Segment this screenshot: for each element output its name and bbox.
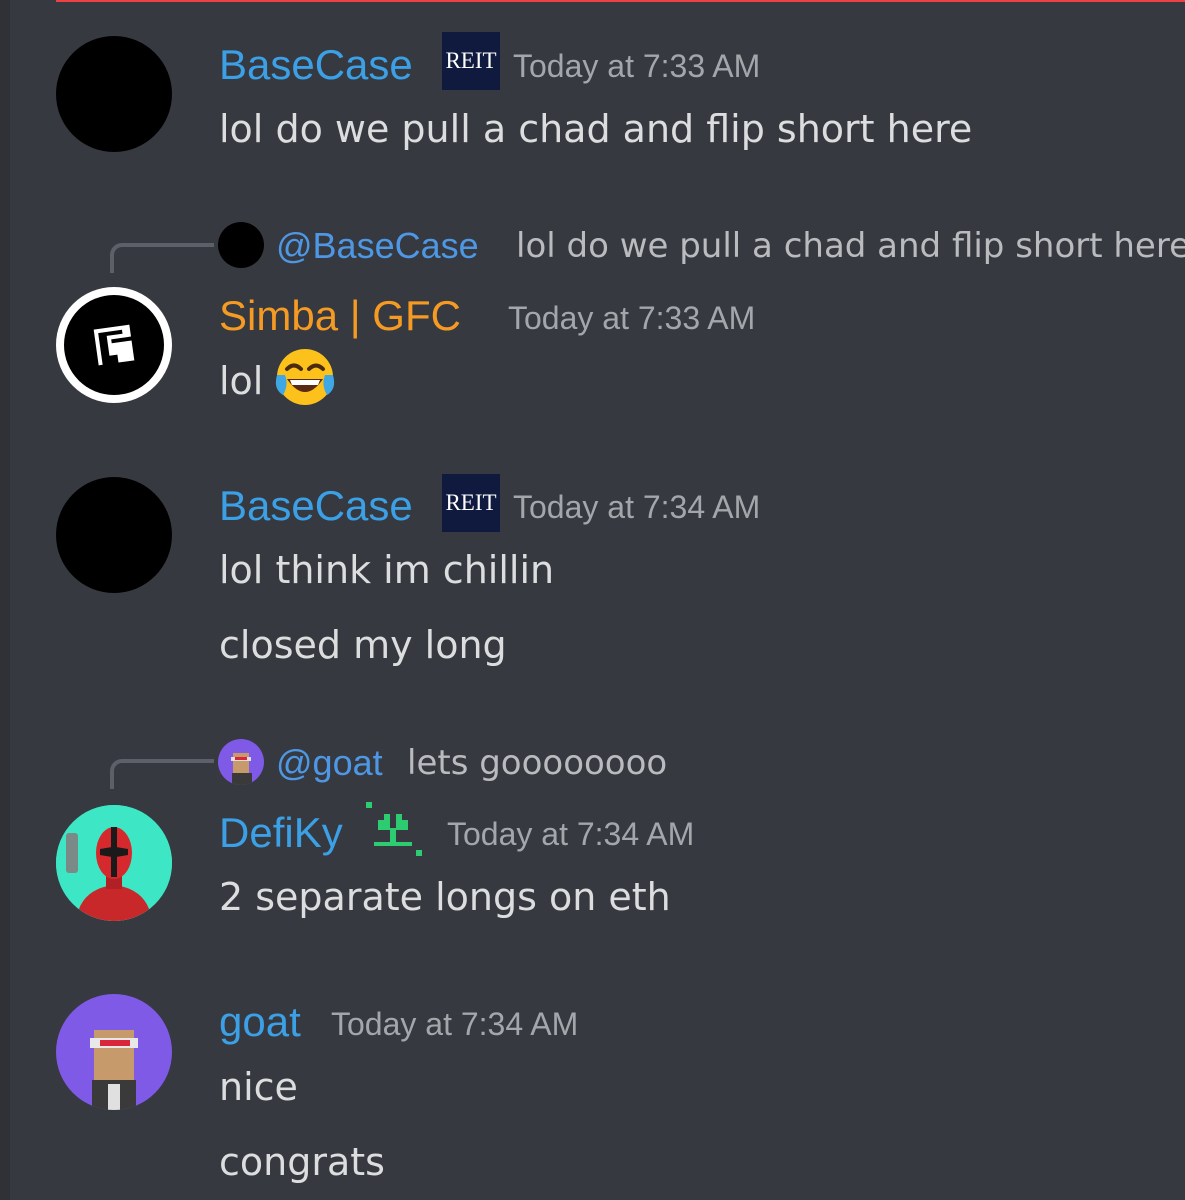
reply-preview-text[interactable]: lol do we pull a chad and flip short her… (516, 229, 1185, 263)
avatar[interactable] (56, 805, 172, 921)
reply-preview-text[interactable]: lets goooooooo (407, 746, 667, 780)
joy-emoji (275, 349, 335, 405)
robot-avatar-icon (56, 805, 172, 921)
gfc-logo-icon (64, 295, 164, 395)
message-text: 2 separate longs on eth (219, 875, 671, 919)
seedling-icon[interactable] (364, 800, 424, 860)
reply-connector (110, 759, 214, 789)
role-badge[interactable]: REIT (442, 474, 500, 532)
message-text: lol think im chillin (219, 548, 555, 592)
role-badge[interactable]: REIT (442, 32, 500, 90)
message-text: lol (219, 359, 264, 403)
username[interactable]: goat (219, 1001, 301, 1043)
avatar[interactable] (56, 36, 172, 152)
avatar[interactable] (56, 287, 172, 403)
avatar[interactable] (56, 477, 172, 593)
message-pane-left-edge (0, 0, 10, 1200)
message-text: closed my long (219, 623, 507, 667)
timestamp: Today at 7:34 AM (331, 1006, 579, 1042)
timestamp: Today at 7:33 AM (513, 48, 761, 84)
message-text: nice (219, 1065, 298, 1109)
reply-connector (110, 243, 214, 273)
punk-avatar-icon (231, 753, 252, 785)
message-text: congrats (219, 1140, 385, 1184)
timestamp: Today at 7:34 AM (513, 489, 761, 525)
reply-avatar[interactable] (218, 222, 264, 268)
username[interactable]: BaseCase (219, 485, 413, 527)
timestamp: Today at 7:34 AM (447, 816, 695, 852)
avatar[interactable] (56, 994, 172, 1110)
username[interactable]: BaseCase (219, 44, 413, 86)
reply-mention[interactable]: @goat (276, 745, 383, 781)
punk-avatar-icon (90, 1030, 138, 1110)
reply-avatar[interactable] (218, 739, 264, 785)
timestamp: Today at 7:33 AM (508, 300, 756, 336)
message-text: lol do we pull a chad and flip short her… (219, 107, 973, 151)
new-messages-divider (56, 0, 1185, 2)
username[interactable]: DefiKy (219, 812, 343, 854)
reply-mention[interactable]: @BaseCase (276, 228, 479, 264)
username[interactable]: Simba | GFC (219, 295, 461, 337)
